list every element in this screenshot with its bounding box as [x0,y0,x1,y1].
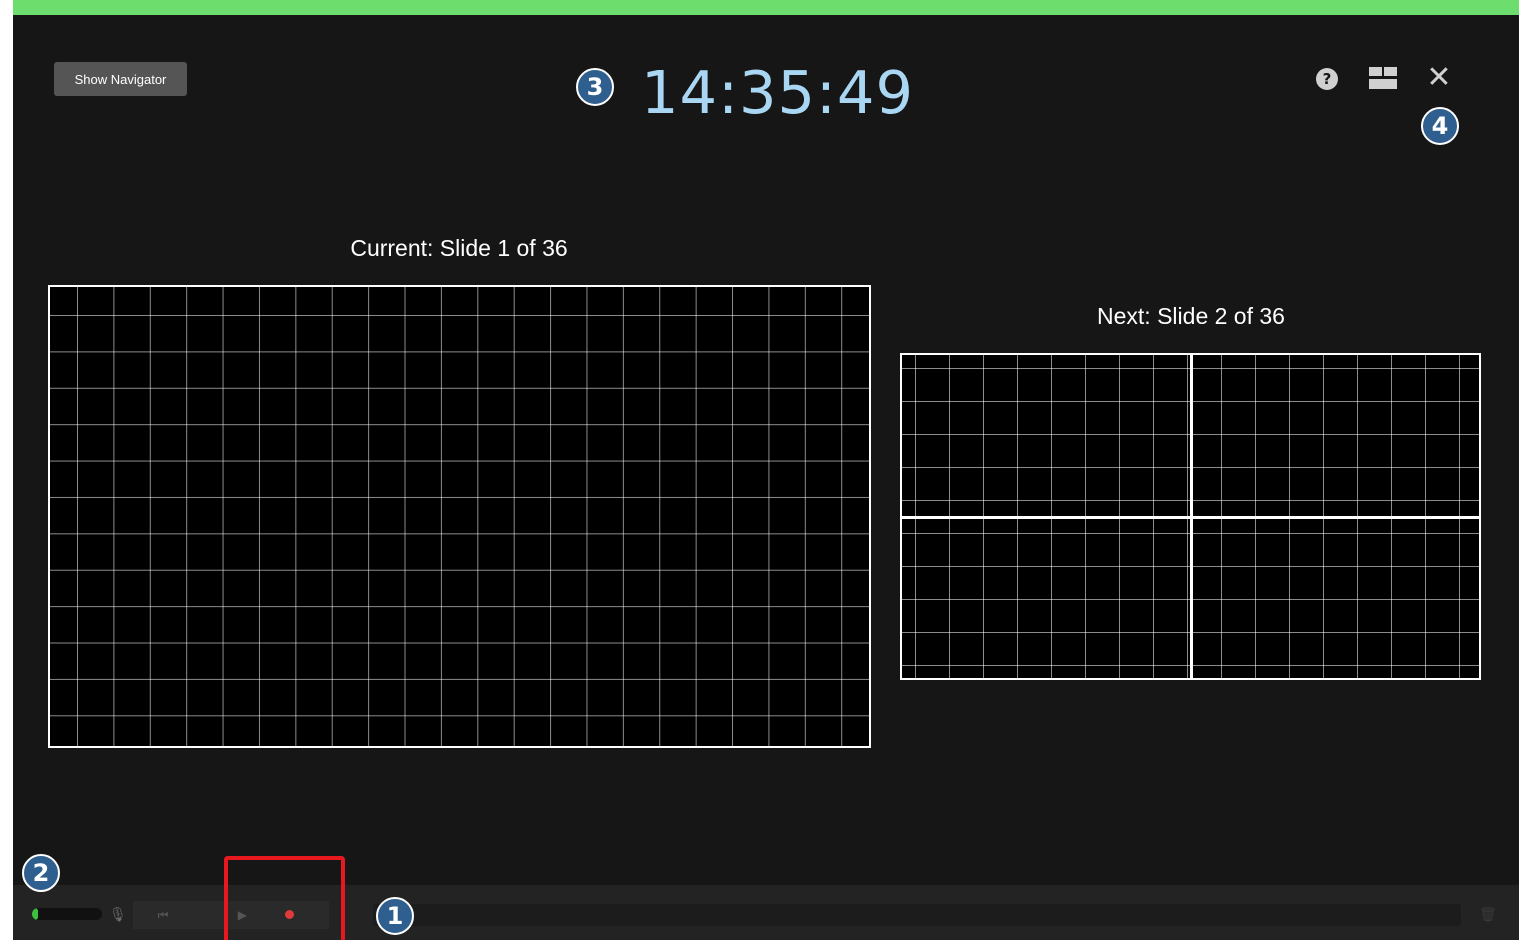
skip-back-icon: ⏮ [157,907,169,922]
current-slide-label: Current: Slide 1 of 36 [350,235,568,261]
record-button-highlight [224,856,345,940]
annotation-badge-1: 1 [376,897,414,935]
annotation-badge-3: 3 [576,68,614,106]
mic-muted-icon[interactable]: 🎙 [109,904,127,924]
next-slide-preview[interactable] [900,353,1481,680]
trash-icon[interactable]: 🗑 [1479,903,1497,925]
next-slide-label: Next: Slide 2 of 36 [1097,303,1285,329]
skip-back-button[interactable]: ⏮ [133,901,193,929]
window-top-accent-bar [13,0,1519,15]
show-navigator-button[interactable]: Show Navigator [54,62,187,96]
layout-icon[interactable] [1369,67,1397,91]
audio-level-fill [32,908,38,920]
presenter-display: Show Navigator 14:35:49 ? ✕ Current: Sli… [13,15,1519,940]
current-slide-preview[interactable] [48,285,871,748]
close-icon[interactable]: ✕ [1424,61,1454,95]
annotation-badge-2: 2 [22,854,60,892]
slide-divider-horizontal [902,516,1479,519]
recording-timeline[interactable] [373,904,1461,926]
annotation-badge-4: 4 [1421,107,1459,145]
audio-level-meter [32,908,102,920]
current-time-clock: 14:35:49 [641,58,914,127]
help-icon[interactable]: ? [1316,68,1338,90]
